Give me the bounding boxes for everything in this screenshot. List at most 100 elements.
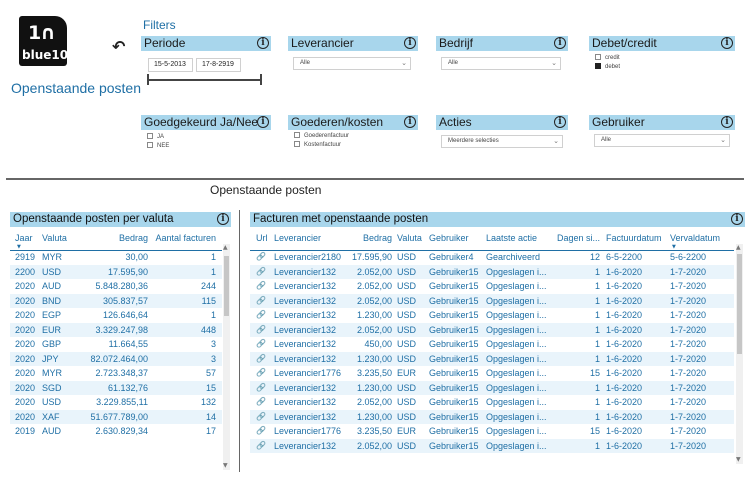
link-icon[interactable]: 🔗	[256, 279, 272, 294]
info-icon[interactable]: i	[257, 37, 269, 49]
table-row[interactable]: 🔗 Leverancier132 2.052,00 USD Gebruiker15 Opg…	[250, 438, 734, 454]
left-table-scroll-thumb[interactable]	[224, 256, 229, 316]
table-row[interactable]: 2020 AUD 5.848.280,36 244	[10, 279, 222, 294]
table-row[interactable]: 🔗 Leverancier132 2.052,00 USD Gebruiker15 Opg…	[250, 264, 734, 280]
table-row[interactable]: 🔗 Leverancier132 2.052,00 USD Gebruiker15 Opg…	[250, 293, 734, 309]
info-icon[interactable]: i	[554, 37, 566, 49]
checkbox-kostenfactuur-label: Kostenfactuur	[304, 142, 342, 148]
periode-slider-handle-start[interactable]	[147, 74, 149, 85]
right-table-scrollbar[interactable]: ▲ ▼	[736, 244, 743, 464]
link-icon[interactable]: 🔗	[256, 439, 272, 454]
scroll-down-icon[interactable]: ▼	[223, 462, 228, 469]
table-row[interactable]: 2020 USD 3.229.855,11 132	[10, 395, 222, 410]
slicer-periode-header: Periode i	[141, 36, 271, 51]
table-cell: Opgeslagen i...	[486, 310, 547, 320]
table-row[interactable]: 2019 AUD 2.630.829,34 17	[10, 424, 222, 439]
scroll-up-icon[interactable]: ▲	[223, 244, 228, 251]
left-table-scrollbar[interactable]: ▲ ▼	[223, 244, 230, 470]
table-row[interactable]: 🔗 Leverancier2180 17.595,90 USD Gebruiker4 Ge…	[250, 250, 734, 265]
periode-to-input[interactable]: 17-8-2919	[196, 58, 241, 72]
table-cell: Opgeslagen i...	[486, 281, 547, 291]
link-icon[interactable]: 🔗	[256, 395, 272, 410]
table-row[interactable]: 2919 MYR 30,00 1	[10, 250, 222, 265]
periode-from-input[interactable]: 15-5-2013	[148, 58, 193, 72]
table-cell: GBP	[42, 339, 62, 349]
gebruiker-dropdown[interactable]: Alle ⌄	[594, 134, 730, 147]
scroll-down-icon[interactable]: ▼	[736, 456, 741, 463]
link-icon[interactable]: 🔗	[256, 323, 272, 338]
table-cell: 2020	[15, 411, 36, 422]
table-row[interactable]: 🔗 Leverancier132 1.230,00 USD Gebruiker15 Opg…	[250, 380, 734, 396]
table-row[interactable]: 2020 GBP 11.664,55 3	[10, 337, 222, 352]
checkbox-debet[interactable]: debet	[595, 63, 620, 72]
table-row[interactable]: 2020 EUR 3.329.247,98 448	[10, 322, 222, 337]
info-icon[interactable]: i	[404, 37, 416, 49]
table-row[interactable]: 🔗 Leverancier1776 3.235,50 EUR Gebruiker15 Op…	[250, 424, 734, 439]
table-row[interactable]: 🔗 Leverancier1776 3.235,50 EUR Gebruiker15 Op…	[250, 366, 734, 381]
link-icon[interactable]: 🔗	[256, 352, 272, 367]
column-header[interactable]: Url	[256, 233, 272, 243]
leverancier-dropdown[interactable]: Alle ⌄	[293, 57, 411, 70]
column-header[interactable]: Jaar	[15, 233, 37, 243]
table-cell: 2.723.348,37	[95, 368, 148, 378]
table-row[interactable]: 2020 JPY 82.072.464,00 3	[10, 351, 222, 366]
periode-slider-track[interactable]	[148, 79, 261, 81]
info-icon[interactable]: i	[217, 213, 229, 225]
checkbox-goederenfactuur[interactable]: Goederenfactuur	[294, 132, 349, 141]
checkbox-kostenfactuur[interactable]: Kostenfactuur	[294, 141, 341, 150]
checkbox-ja[interactable]: JA	[147, 133, 164, 142]
column-header[interactable]: Factuurdatum	[606, 233, 670, 243]
bedrijf-dropdown[interactable]: Alle ⌄	[441, 57, 561, 70]
table-row[interactable]: 🔗 Leverancier132 1.230,00 USD Gebruiker15 Opg…	[250, 308, 734, 323]
periode-slider-handle-end[interactable]	[260, 74, 262, 85]
info-icon[interactable]: i	[404, 116, 416, 128]
column-header[interactable]: Dagen si...	[556, 233, 600, 243]
right-table-scroll-thumb[interactable]	[737, 254, 742, 354]
checkbox-nee[interactable]: NEE	[147, 142, 169, 151]
link-icon[interactable]: 🔗	[256, 366, 272, 381]
column-header[interactable]: Vervaldatum	[670, 233, 732, 243]
column-header[interactable]: Leverancier	[274, 233, 348, 243]
column-header[interactable]: Bedrag	[88, 233, 148, 243]
table-row[interactable]: 🔗 Leverancier132 450,00 USD Gebruiker15 Opges…	[250, 337, 734, 352]
column-header[interactable]: Valuta	[397, 233, 427, 243]
info-icon[interactable]: i	[721, 116, 733, 128]
undo-icon[interactable]: ↶	[112, 37, 125, 56]
column-header[interactable]: Valuta	[42, 233, 84, 243]
table-row[interactable]: 2020 SGD 61.132,76 15	[10, 380, 222, 395]
column-header[interactable]: Aantal facturen	[150, 233, 216, 243]
table-row[interactable]: 2020 EGP 126.646,64 1	[10, 308, 222, 323]
link-icon[interactable]: 🔗	[256, 381, 272, 396]
link-icon[interactable]: 🔗	[256, 250, 272, 265]
table-row[interactable]: 🔗 Leverancier132 1.230,00 USD Gebruiker15 Opg…	[250, 409, 734, 425]
link-icon[interactable]: 🔗	[256, 410, 272, 425]
info-icon[interactable]: i	[721, 37, 733, 49]
table-row[interactable]: 2020 MYR 2.723.348,37 57	[10, 366, 222, 381]
table-cell: Gearchiveerd	[486, 252, 541, 262]
column-header[interactable]: Laatste actie	[486, 233, 554, 243]
info-icon[interactable]: i	[731, 213, 743, 225]
info-icon[interactable]: i	[257, 116, 269, 128]
link-icon[interactable]: 🔗	[256, 308, 272, 323]
table-row[interactable]: 🔗 Leverancier132 1.230,00 USD Gebruiker15 Opg…	[250, 351, 734, 367]
column-header[interactable]: Bedrag	[346, 233, 392, 243]
table-row[interactable]: 2020 BND 305.837,57 115	[10, 293, 222, 308]
info-icon[interactable]: i	[554, 116, 566, 128]
checkbox-credit[interactable]: credit	[595, 54, 620, 63]
table-row[interactable]: 🔗 Leverancier132 2.052,00 USD Gebruiker15 Opg…	[250, 322, 734, 338]
table-row[interactable]: 🔗 Leverancier132 2.052,00 USD Gebruiker15 Opg…	[250, 279, 734, 294]
acties-dropdown-value: Meerdere selecties	[448, 138, 499, 144]
scroll-up-icon[interactable]: ▲	[736, 244, 741, 251]
table-row[interactable]: 🔗 Leverancier132 2.052,00 USD Gebruiker15 Opg…	[250, 395, 734, 410]
acties-dropdown[interactable]: Meerdere selecties ⌄	[441, 135, 563, 148]
table-cell: 61.132,76	[107, 382, 148, 393]
table-row[interactable]: 2200 USD 17.595,90 1	[10, 264, 222, 279]
link-icon[interactable]: 🔗	[256, 337, 272, 352]
link-icon[interactable]: 🔗	[256, 265, 272, 280]
table-row[interactable]: 2020 XAF 51.677.789,00 14	[10, 409, 222, 424]
link-icon[interactable]: 🔗	[256, 424, 272, 439]
link-icon[interactable]: 🔗	[256, 294, 272, 309]
table-cell: USD	[42, 397, 62, 407]
table-cell: 17.595,90	[351, 252, 392, 262]
column-header[interactable]: Gebruiker	[429, 233, 485, 243]
